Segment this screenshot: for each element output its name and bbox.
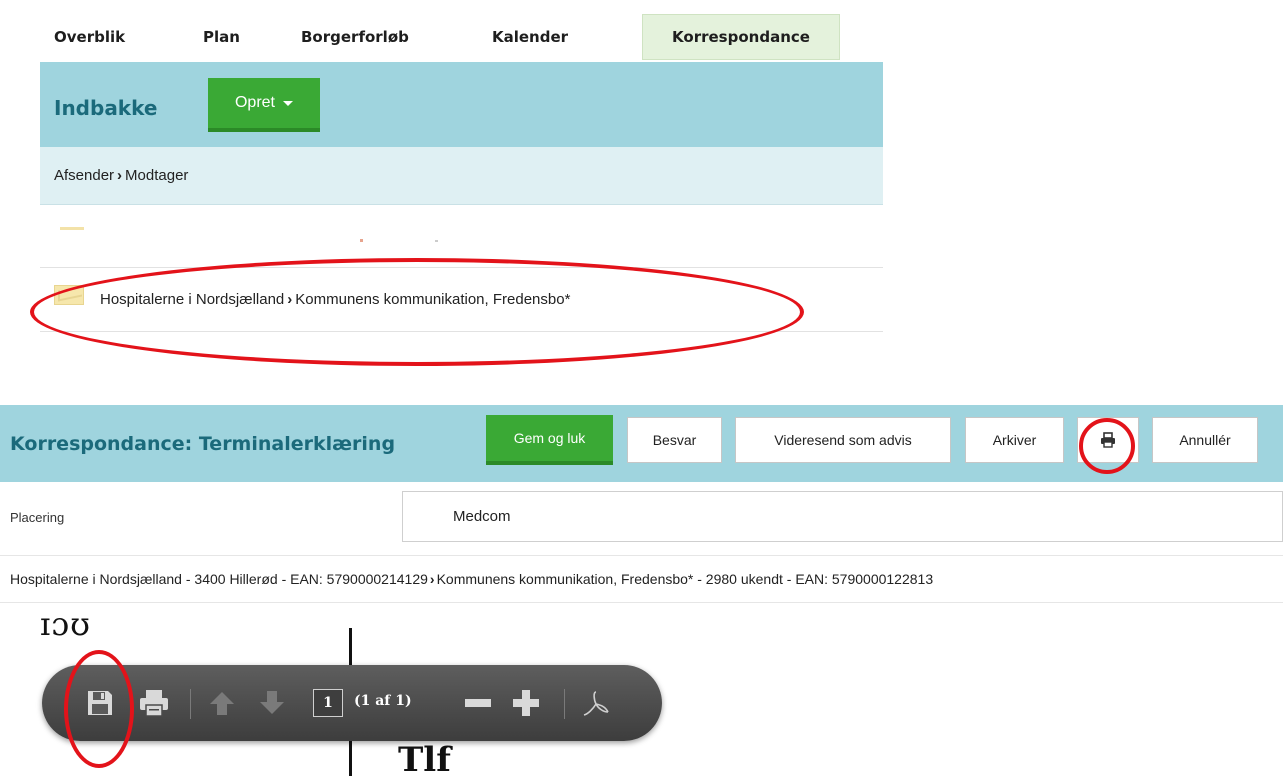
annotation-circle-print (1079, 418, 1135, 474)
pdf-viewer-toolbar: 1 (1 af 1) (42, 665, 662, 741)
inbox-title: Indbakke (54, 96, 158, 120)
sort-header[interactable]: Afsender › Modtager (40, 147, 883, 205)
correspondence-title: Korrespondance: Terminalerklæring (10, 433, 396, 455)
nav-korrespondance[interactable]: Korrespondance (642, 14, 840, 60)
acrobat-icon[interactable] (580, 687, 612, 719)
zoom-out-icon[interactable] (462, 687, 494, 719)
document-text-fragment: Tlf (398, 740, 451, 776)
placement-label: Placering (10, 510, 65, 525)
toolbar-separator (564, 689, 565, 719)
page-number-input[interactable]: 1 (313, 689, 343, 717)
annotation-circle-save (64, 650, 134, 768)
print-icon[interactable] (138, 687, 170, 719)
sort-from-label: Afsender (54, 167, 115, 184)
cancel-button[interactable]: Annullér (1152, 417, 1258, 463)
save-close-button[interactable]: Gem og luk (486, 415, 613, 465)
route-to: Kommunens kommunikation, Fredensbo* - 29… (436, 571, 934, 587)
chevron-right-icon: › (429, 571, 435, 587)
route-from: Hospitalerne i Nordsjælland - 3400 Hille… (10, 571, 428, 587)
inbox-header: Indbakke Opret (40, 62, 883, 147)
route-line: Hospitalerne i Nordsjælland - 3400 Hille… (0, 555, 1283, 603)
reply-button[interactable]: Besvar (627, 417, 722, 463)
toolbar-separator (190, 689, 191, 719)
arrow-down-icon[interactable] (256, 687, 288, 719)
create-button[interactable]: Opret (208, 78, 320, 132)
decoration (60, 227, 84, 230)
chevron-right-icon: › (117, 167, 123, 184)
document-text-fragment: ɪɔʊ (40, 616, 91, 640)
forward-button[interactable]: Videresend som advis (735, 417, 951, 463)
sort-to-label: Modtager (125, 167, 189, 184)
nav-overblik[interactable]: Overblik (54, 14, 125, 60)
decoration (360, 239, 363, 242)
annotation-circle-message (30, 258, 804, 366)
placement-field[interactable]: Medcom (402, 491, 1283, 542)
nav-borgerforlob[interactable]: Borgerforløb (301, 14, 409, 60)
arrow-up-icon[interactable] (206, 687, 238, 719)
archive-button[interactable]: Arkiver (965, 417, 1064, 463)
decoration (435, 240, 438, 242)
nav-kalender[interactable]: Kalender (492, 14, 568, 60)
nav-plan[interactable]: Plan (203, 14, 240, 60)
zoom-in-icon[interactable] (510, 687, 542, 719)
page-count: (1 af 1) (354, 693, 412, 709)
create-button-label: Opret (234, 94, 275, 111)
caret-down-icon (283, 100, 293, 106)
top-navigation: Overblik Plan Borgerforløb Kalender Korr… (40, 12, 883, 62)
